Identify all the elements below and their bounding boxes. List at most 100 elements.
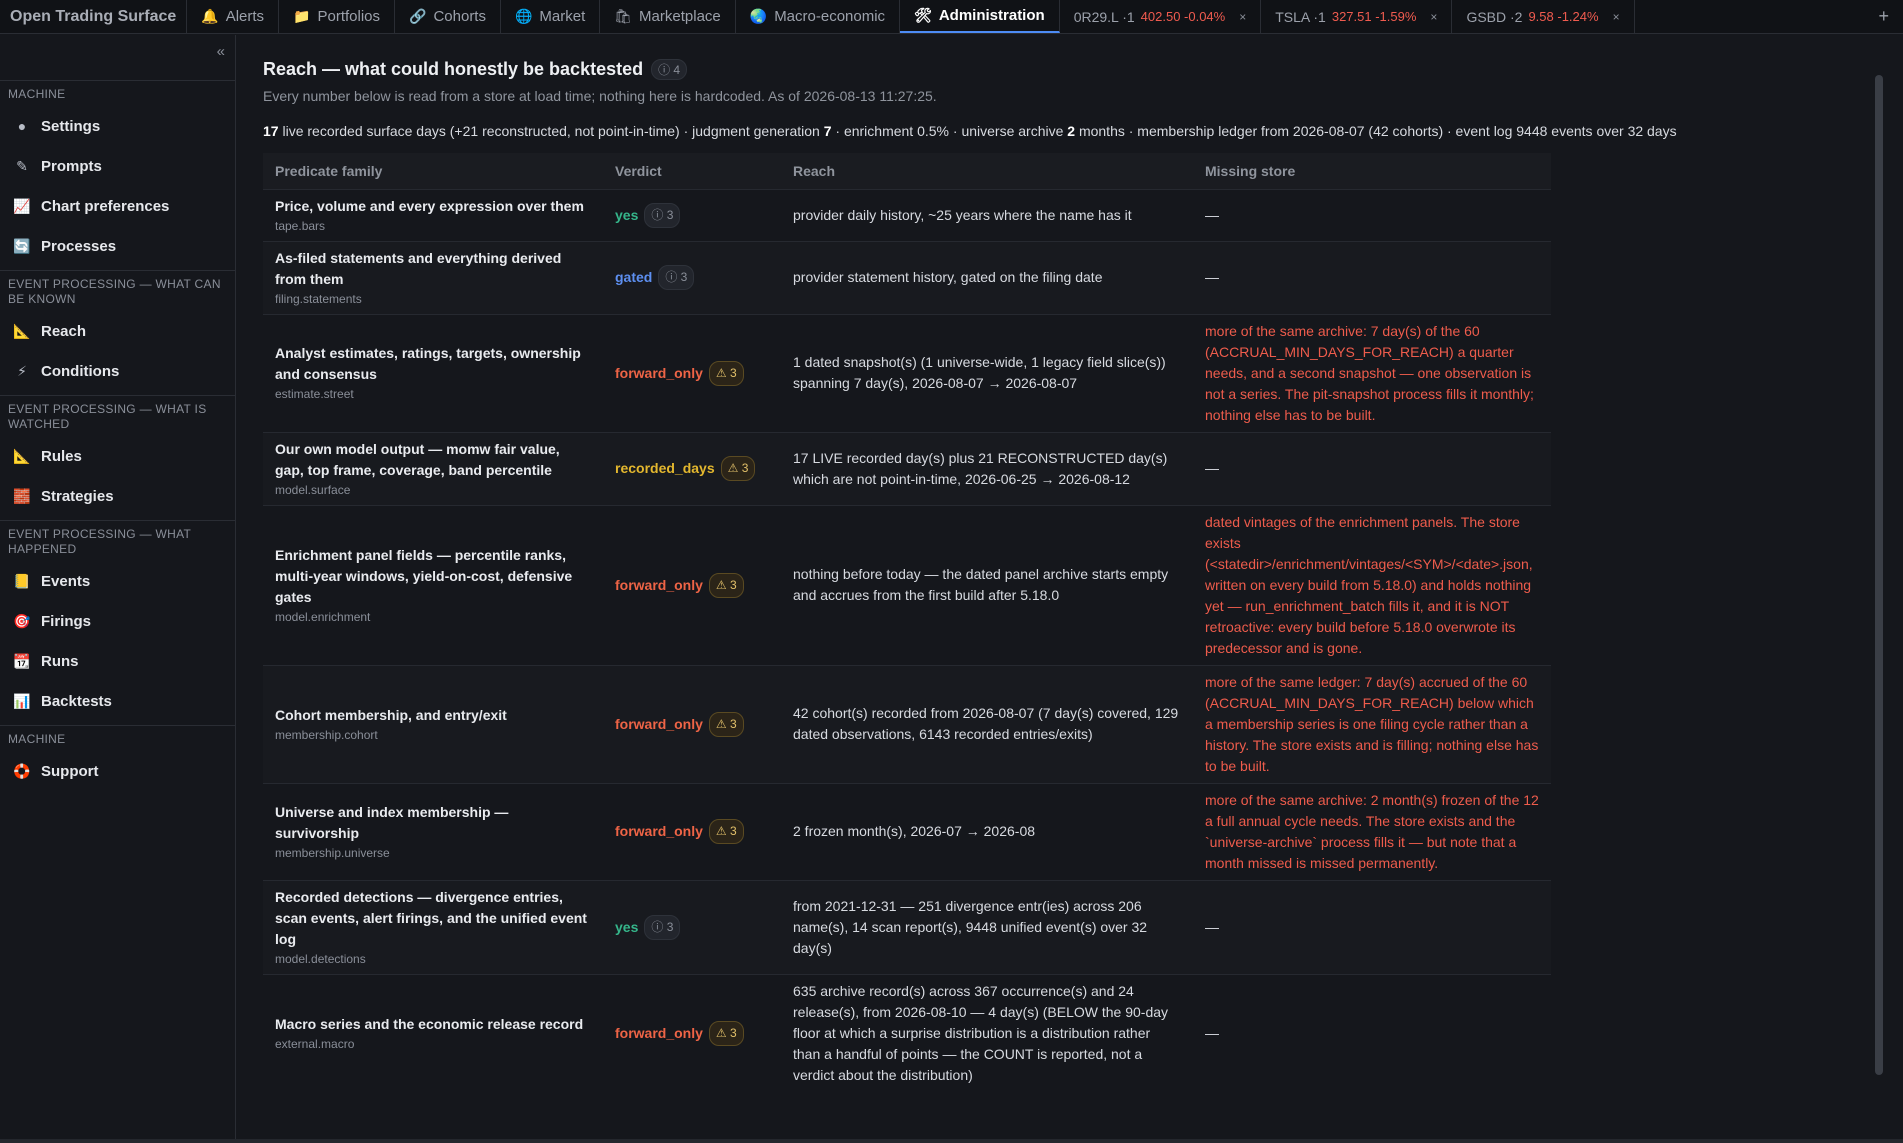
- verdict-label: forward_only: [615, 715, 703, 732]
- sidebar-item-label: Rules: [41, 447, 82, 465]
- cell-reach: provider statement history, gated on the…: [781, 240, 1193, 314]
- warning-badge[interactable]: ⚠ 3: [708, 1020, 744, 1046]
- ticker-symbol: 0R29.L ·1: [1073, 8, 1135, 25]
- tab-market[interactable]: 🌐 Market: [501, 0, 601, 33]
- collapse-sidebar-icon[interactable]: «: [217, 43, 225, 60]
- target-icon: 🎯: [13, 612, 31, 629]
- sidebar-item-label: Settings: [41, 117, 101, 135]
- sidebar-item-rules[interactable]: 📐 Rules: [0, 436, 235, 476]
- predicate-family-name: Macro series and the economic release re…: [275, 1015, 584, 1032]
- app-title: Open Trading Surface: [0, 0, 188, 33]
- main-content: Reach — what could honestly be backteste…: [237, 35, 1887, 1143]
- sidebar-item-events[interactable]: 📒 Events: [0, 561, 235, 601]
- predicate-family-name: Our own model output — momw fair value, …: [275, 440, 560, 478]
- tab-label: Alerts: [225, 8, 265, 25]
- verdict-label: forward_only: [615, 823, 703, 839]
- tab-marketplace[interactable]: 🛍 Marketplace: [600, 0, 736, 33]
- cell-verdict: forward_only ⚠ 3: [603, 504, 781, 665]
- sidebar-item-firings[interactable]: 🎯 Firings: [0, 601, 235, 641]
- table-row[interactable]: Price, volume and every expression over …: [263, 188, 1551, 241]
- table-row[interactable]: Macro series and the economic release re…: [263, 973, 1551, 1092]
- cell-family: Recorded detections — divergence entries…: [263, 879, 603, 974]
- header-predicate-family[interactable]: Predicate family: [263, 153, 603, 189]
- summary-text-2: · enrichment 0.5% · universe archive: [831, 123, 1068, 139]
- warning-badge[interactable]: ⚠ 3: [708, 572, 744, 598]
- tab-alerts[interactable]: 🔔 Alerts: [187, 0, 280, 33]
- tab-administration[interactable]: 🛠 Administration: [900, 0, 1060, 33]
- ticker-tab[interactable]: GSBD ·2 9.58 -1.24% ×: [1452, 0, 1635, 33]
- verdict-label: yes: [615, 206, 639, 223]
- table-row[interactable]: Cohort membership, and entry/exit members…: [263, 664, 1551, 783]
- header-verdict[interactable]: Verdict: [603, 153, 781, 189]
- earth-icon: 🌏: [749, 8, 768, 24]
- cell-reach: 1 dated snapshot(s) (1 universe-wide, 1 …: [781, 313, 1193, 432]
- predicate-family-key: tape.bars: [275, 218, 326, 233]
- sidebar-item-conditions[interactable]: ⚡ Conditions: [0, 351, 235, 391]
- tab-label: Macro-economic: [774, 8, 886, 25]
- ticker-price-change: 402.50 -0.04%: [1140, 9, 1226, 24]
- table-row[interactable]: As-filed statements and everything deriv…: [263, 240, 1551, 314]
- sidebar-item-reach[interactable]: 📐 Reach: [0, 311, 235, 351]
- cell-missing-store: more of the same archive: 7 day(s) of th…: [1193, 313, 1551, 432]
- cell-reach: 42 cohort(s) recorded from 2026-08-07 (7…: [781, 664, 1193, 783]
- sidebar-item-strategies[interactable]: 🧱 Strategies: [0, 476, 235, 516]
- table-row[interactable]: Analyst estimates, ratings, targets, own…: [263, 313, 1551, 432]
- cell-reach: nothing before today — the dated panel a…: [781, 504, 1193, 665]
- header-missing-store[interactable]: Missing store: [1193, 153, 1551, 189]
- sidebar-item-processes[interactable]: 🔄 Processes: [0, 226, 235, 266]
- summary-judgment-generation: 7: [823, 123, 832, 139]
- sidebar-item-prompts[interactable]: ✎ Prompts: [0, 146, 235, 186]
- info-badge[interactable]: ⓘ 3: [658, 265, 695, 290]
- ticker-tab[interactable]: TSLA ·1 327.51 -1.59% ×: [1261, 0, 1453, 33]
- close-icon[interactable]: ×: [1239, 10, 1246, 24]
- sidebar-section-title: EVENT PROCESSING — WHAT CAN BE KNOWN: [8, 277, 221, 306]
- table-row[interactable]: Enrichment panel fields — percentile ran…: [263, 504, 1551, 665]
- table-row[interactable]: Our own model output — momw fair value, …: [263, 431, 1551, 505]
- info-badge[interactable]: ⓘ 3: [644, 202, 681, 228]
- warning-badge[interactable]: ⚠ 3: [720, 456, 756, 481]
- cell-verdict: yes ⓘ 3: [603, 879, 781, 974]
- ticker-price-change: 327.51 -1.59%: [1331, 9, 1417, 24]
- new-tab-button[interactable]: +: [1864, 0, 1903, 33]
- close-icon[interactable]: ×: [1613, 10, 1620, 24]
- predicate-family-name: Recorded detections — divergence entries…: [275, 888, 587, 947]
- cell-family: Analyst estimates, ratings, targets, own…: [263, 313, 603, 432]
- predicate-family-key: model.detections: [275, 951, 366, 966]
- table-row[interactable]: Recorded detections — divergence entries…: [263, 879, 1551, 974]
- bolt-icon: ⚡: [17, 362, 27, 379]
- tab-portfolios[interactable]: 📁 Portfolios: [279, 0, 396, 33]
- cell-reach: 635 archive record(s) across 367 occurre…: [781, 973, 1193, 1092]
- sidebar-item-label: Processes: [41, 237, 117, 255]
- sidebar-item-backtests[interactable]: 📊 Backtests: [0, 681, 235, 721]
- sidebar-item-support[interactable]: 🛟 Support: [0, 751, 235, 791]
- sidebar-item-runs[interactable]: 📆 Runs: [0, 641, 235, 681]
- sidebar-section: MACHINE ● Settings ✎ Prompts 📈 Chart preferenc…: [0, 80, 235, 270]
- summary-text-3: months · membership ledger from 2026-08-…: [1075, 123, 1677, 139]
- warning-badge[interactable]: ⚠ 3: [708, 360, 744, 386]
- bar-chart-icon: 📊: [13, 692, 31, 709]
- table-header-row: Predicate family Verdict Reach Missing s…: [263, 153, 1551, 189]
- bottom-edge: [0, 1139, 1903, 1143]
- sidebar-item-settings[interactable]: ● Settings: [0, 106, 235, 146]
- summary-live-days: 17: [263, 123, 279, 139]
- globe-icon: 🌐: [514, 8, 533, 24]
- ticker-tab[interactable]: 0R29.L ·1 402.50 -0.04% ×: [1060, 0, 1262, 33]
- cell-missing-store: —: [1193, 431, 1551, 505]
- tab-cohorts[interactable]: 🔗 Cohorts: [395, 0, 501, 33]
- tab-macro-economic[interactable]: 🌏 Macro-economic: [736, 0, 901, 33]
- cell-verdict: yes ⓘ 3: [603, 188, 781, 241]
- header-reach[interactable]: Reach: [781, 153, 1193, 189]
- sidebar-item-chart-preferences[interactable]: 📈 Chart preferences: [0, 186, 235, 226]
- scrollbar[interactable]: [1875, 75, 1883, 1075]
- tab-label: Cohorts: [433, 8, 486, 25]
- warning-badge[interactable]: ⚠ 3: [708, 819, 744, 844]
- close-icon[interactable]: ×: [1430, 10, 1437, 24]
- warning-badge[interactable]: ⚠ 3: [708, 711, 744, 737]
- calendar-icon: 📆: [13, 652, 31, 669]
- table-row[interactable]: Universe and index membership — survivor…: [263, 782, 1551, 880]
- info-badge[interactable]: ⓘ 3: [644, 914, 681, 940]
- info-badge[interactable]: ⓘ 4: [651, 59, 688, 80]
- predicate-family-name: As-filed statements and everything deriv…: [275, 249, 562, 287]
- sidebar-item-label: Support: [41, 762, 99, 780]
- predicate-family-key: model.enrichment: [275, 609, 371, 624]
